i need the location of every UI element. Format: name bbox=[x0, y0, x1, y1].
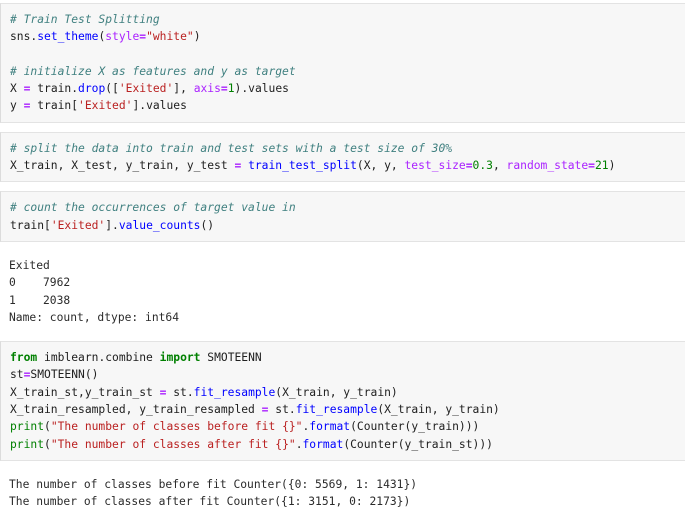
code-token: 21 bbox=[594, 159, 609, 173]
code-token: 'Exited' bbox=[118, 82, 174, 96]
code-token: 'Exited' bbox=[50, 218, 106, 232]
code-token: 0.3 bbox=[472, 159, 493, 173]
code-token: ]. bbox=[105, 218, 119, 232]
notebook-container: # Train Test Splitting sns.set_theme(styl… bbox=[0, 0, 685, 517]
code-token: # initialize X as features and y as targ… bbox=[10, 64, 296, 78]
code-line: from imblearn.combine import SMOTEENN bbox=[10, 349, 685, 366]
code-token: = bbox=[220, 82, 228, 96]
code-line: y = train['Exited'].values bbox=[10, 97, 685, 114]
code-line: # initialize X as features and y as targ… bbox=[10, 63, 685, 80]
code-line: st=SMOTEENN() bbox=[10, 366, 685, 383]
code-token: fit_resample bbox=[193, 385, 276, 399]
code-line: # count the occurrences of target value … bbox=[10, 199, 685, 216]
code-line: X_train, X_test, y_train, y_test = train… bbox=[10, 157, 685, 174]
class-counts-output: The number of classes before fit Counter… bbox=[0, 469, 685, 517]
output-line: Exited bbox=[9, 258, 50, 272]
code-token: st bbox=[10, 368, 24, 382]
code-token: test_size bbox=[404, 159, 466, 173]
code-token: ].values bbox=[132, 99, 187, 113]
value-counts-cell[interactable]: # count the occurrences of target value … bbox=[0, 191, 685, 242]
code-token: 1 bbox=[227, 82, 235, 96]
train-test-split-call-cell[interactable]: # split the data into train and test set… bbox=[0, 131, 685, 183]
code-token: # count the occurrences of target value … bbox=[10, 201, 296, 215]
code-token: # Train Test Splitting bbox=[10, 13, 160, 26]
output-line: The number of classes before fit Counter… bbox=[9, 477, 418, 491]
code-token: st bbox=[268, 403, 289, 417]
code-token: style bbox=[105, 30, 140, 44]
code-token: sns bbox=[10, 30, 31, 44]
code-token: "The number of classes after fit {}" bbox=[50, 437, 296, 451]
code-token: st bbox=[166, 385, 187, 399]
code-token: train bbox=[30, 99, 72, 113]
code-token: import bbox=[159, 351, 201, 365]
code-token: set_theme bbox=[37, 30, 99, 44]
value-counts-output: Exited 0 7962 1 2038 Name: count, dtype: in… bbox=[0, 250, 685, 333]
code-token: . bbox=[288, 403, 296, 417]
code-token: X_train, X_test, y_train, y_test bbox=[10, 159, 235, 173]
code-token: ([ bbox=[105, 82, 119, 96]
code-token: SMOTEENN bbox=[200, 351, 262, 365]
code-token: combine bbox=[105, 351, 160, 365]
code-token: y bbox=[10, 99, 24, 113]
code-token: [ bbox=[44, 218, 51, 232]
code-token: drop bbox=[78, 82, 106, 96]
code-token: format bbox=[309, 420, 351, 434]
code-line: train['Exited'].value_counts() bbox=[10, 217, 685, 234]
code-token: ( bbox=[44, 420, 51, 434]
code-token: train_test_split bbox=[241, 159, 357, 173]
code-token: (Counter(y_train))) bbox=[350, 420, 480, 434]
code-line: print("The number of classes after fit {… bbox=[10, 436, 685, 453]
code-token: () bbox=[200, 218, 215, 232]
code-token: value_counts bbox=[118, 218, 201, 232]
code-token: axis bbox=[193, 82, 221, 96]
code-token: # split the data into train and test set… bbox=[10, 141, 453, 155]
code-token: train bbox=[30, 82, 72, 96]
code-token: = bbox=[465, 159, 473, 173]
code-token: X bbox=[10, 82, 24, 96]
code-token: X_train_st,y_train_st bbox=[10, 385, 160, 399]
code-token: from bbox=[10, 351, 38, 365]
code-token: fit_resample bbox=[295, 403, 378, 417]
code-token: . bbox=[295, 437, 303, 451]
code-token: ( bbox=[44, 437, 51, 451]
code-token: (Counter(y_train_st))) bbox=[343, 437, 493, 451]
code-token: train bbox=[10, 218, 45, 232]
code-token: (X_train, y_train) bbox=[275, 385, 398, 399]
output-line: 1 2038 bbox=[9, 293, 71, 307]
code-token: format bbox=[302, 437, 344, 451]
smoteenn-resample-cell[interactable]: from imblearn.combine import SMOTEENN st=… bbox=[0, 341, 685, 461]
code-token: ], bbox=[173, 82, 194, 96]
train-test-splitting-cell[interactable]: # Train Test Splitting sns.set_theme(styl… bbox=[0, 3, 685, 123]
code-line: # Train Test Splitting bbox=[10, 11, 685, 28]
code-token: , bbox=[492, 159, 507, 173]
code-token: imblearn bbox=[37, 351, 99, 365]
code-token: random_state bbox=[506, 159, 589, 173]
code-token: "The number of classes before fit {}" bbox=[50, 420, 303, 434]
code-token: (X, y, bbox=[356, 159, 405, 173]
code-token: ) bbox=[608, 159, 616, 173]
code-token: SMOTEENN bbox=[30, 368, 85, 382]
code-line: X_train_st,y_train_st = st.fit_resample(… bbox=[10, 384, 685, 401]
output-line: The number of classes after fit Counter(… bbox=[9, 495, 411, 509]
code-token: = bbox=[588, 159, 595, 173]
output-line: Name: count, dtype: int64 bbox=[9, 310, 180, 324]
output-line: 0 7962 bbox=[9, 276, 71, 290]
code-line: X_train_resampled, y_train_resampled = s… bbox=[10, 401, 685, 418]
code-token: (X_train, y_train) bbox=[377, 403, 500, 417]
code-token: . bbox=[186, 385, 194, 399]
code-line: # split the data into train and test set… bbox=[10, 140, 685, 157]
code-token: print bbox=[10, 420, 45, 434]
code-token: "white" bbox=[146, 30, 194, 44]
code-token: () bbox=[84, 368, 99, 382]
code-line: X = train.drop(['Exited'], axis=1).value… bbox=[10, 80, 685, 97]
code-line: sns.set_theme(style="white") bbox=[10, 28, 685, 45]
code-line: print("The number of classes before fit … bbox=[10, 418, 685, 435]
code-token: X_train_resampled, y_train_resampled bbox=[10, 403, 262, 417]
code-token: print bbox=[10, 437, 45, 451]
code-token: ).values bbox=[234, 82, 289, 96]
code-token: 'Exited' bbox=[78, 99, 133, 113]
code-token: ) bbox=[193, 30, 201, 44]
